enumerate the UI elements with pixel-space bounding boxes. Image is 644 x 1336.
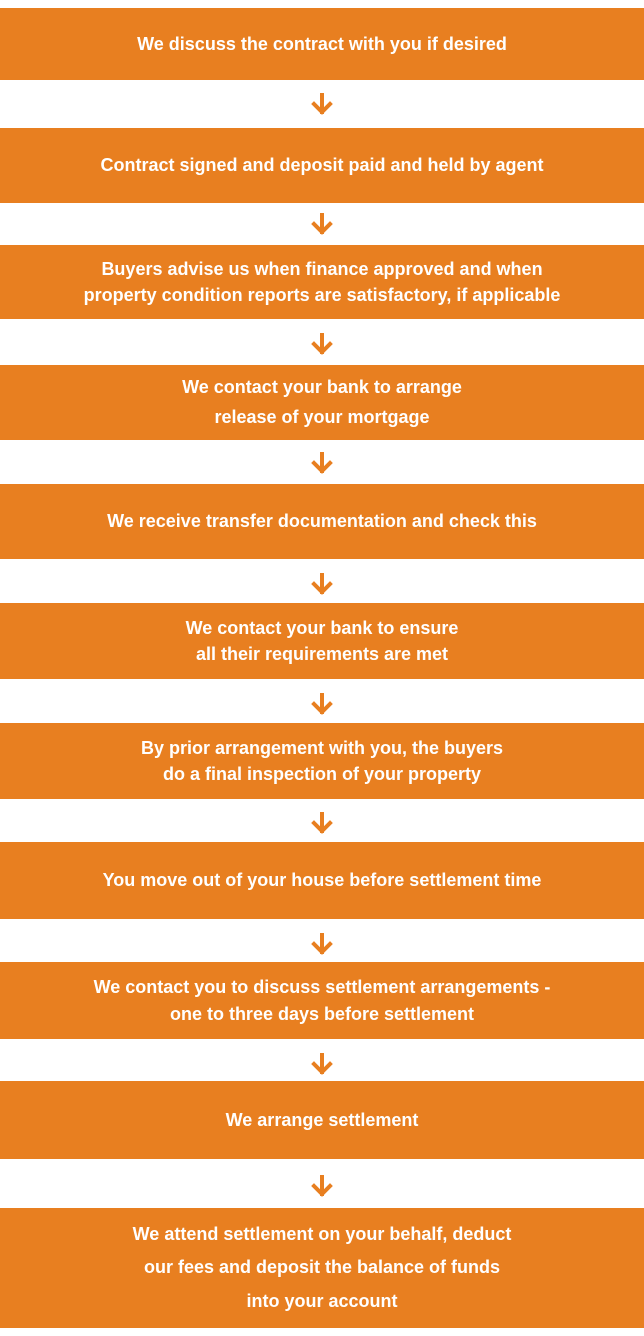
arrow-down-icon	[311, 1053, 333, 1075]
step-8-line-1: You move out of your house before settle…	[102, 870, 542, 890]
arrow-down-icon	[311, 213, 333, 235]
step-1-line-1: We discuss the contract with you if desi…	[137, 33, 507, 54]
step-11-line-3: into your account	[246, 1290, 398, 1311]
step-4-line-1: We contact your bank to arrange	[182, 376, 462, 397]
flow-step-11: We attend settlement on your behalf, ded…	[0, 1208, 644, 1328]
step-9-line-2: one to three days before settlement	[169, 1003, 475, 1024]
flow-step-8: You move out of your house before settle…	[0, 842, 644, 919]
step-11-line-1: We attend settlement on your behalf, ded…	[132, 1224, 512, 1245]
step-6-line-1: We contact your bank to ensure	[185, 617, 459, 638]
arrow-down-icon	[311, 693, 333, 715]
step-3-line-1: Buyers advise us when finance approved a…	[101, 258, 543, 279]
step-7-line-1: By prior arrangement with you, the buyer…	[140, 737, 504, 758]
step-4-line-2: release of your mortgage	[214, 406, 430, 427]
step-5-line-1: We receive transfer documentation and ch…	[107, 511, 537, 531]
flow-step-4: We contact your bank to arrange release …	[0, 365, 644, 440]
flow-step-2: Contract signed and deposit paid and hel…	[0, 128, 644, 203]
step-3-line-2: property condition reports are satisfact…	[83, 285, 561, 305]
step-10-line-1: We arrange settlement	[225, 1109, 419, 1130]
flow-step-1: We discuss the contract with you if desi…	[0, 8, 644, 80]
flow-step-3: Buyers advise us when finance approved a…	[0, 245, 644, 319]
step-9-line-1: We contact you to discuss settlement arr…	[93, 977, 551, 998]
flow-step-6: We contact your bank to ensure all their…	[0, 603, 644, 679]
arrow-down-icon	[311, 573, 333, 595]
arrow-down-icon	[311, 933, 333, 955]
flow-step-9: We contact you to discuss settlement arr…	[0, 962, 644, 1039]
arrow-down-icon	[311, 93, 333, 115]
step-2-line-1: Contract signed and deposit paid and hel…	[100, 155, 544, 175]
step-7-line-2: do a final inspection of your property	[162, 764, 481, 784]
step-11-line-2: our fees and deposit the balance of fund…	[143, 1257, 501, 1278]
arrow-down-icon	[311, 333, 333, 355]
arrow-down-icon	[311, 1175, 333, 1197]
arrow-down-icon	[311, 812, 333, 834]
step-6-line-2: all their requirements are met	[195, 644, 449, 664]
arrow-down-icon	[311, 452, 333, 474]
flow-step-10: We arrange settlement	[0, 1081, 644, 1159]
flow-step-7: By prior arrangement with you, the buyer…	[0, 723, 644, 799]
flow-step-5: We receive transfer documentation and ch…	[0, 484, 644, 559]
